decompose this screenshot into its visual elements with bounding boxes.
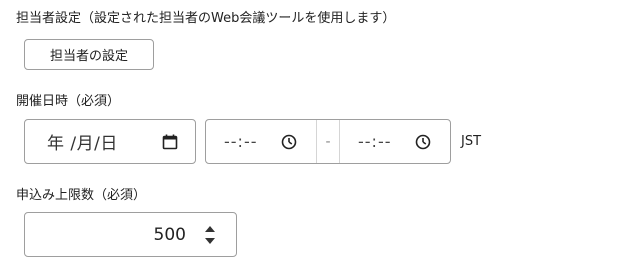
end-time-input[interactable]: --:--	[340, 120, 450, 163]
capacity-number-input[interactable]: 500	[24, 212, 237, 257]
capacity-value: 500	[153, 224, 186, 245]
start-time-placeholder: --:--	[224, 132, 258, 151]
date-input[interactable]: 年 /月/日	[24, 119, 196, 164]
calendar-icon[interactable]	[161, 133, 179, 151]
end-time-placeholder: --:--	[358, 132, 392, 151]
timezone-label: JST	[461, 134, 482, 149]
datetime-label: 開催日時（必須）	[16, 94, 121, 109]
host-setting-button[interactable]: 担当者の設定	[24, 39, 154, 70]
capacity-label: 申込み上限数（必須）	[16, 188, 147, 203]
start-time-input[interactable]: --:--	[206, 120, 316, 163]
spinner-up-icon[interactable]	[205, 226, 215, 232]
host-setting-label: 担当者設定（設定された担当者のWeb会議ツールを使用します）	[16, 11, 396, 26]
date-input-placeholder: 年 /月/日	[47, 134, 118, 154]
number-spinner-icon[interactable]	[203, 223, 217, 247]
time-range-separator: -	[316, 120, 340, 163]
time-range-input: --:-- - --:--	[205, 119, 451, 164]
clock-icon[interactable]	[280, 133, 298, 151]
spinner-down-icon[interactable]	[205, 238, 215, 244]
clock-icon[interactable]	[414, 133, 432, 151]
